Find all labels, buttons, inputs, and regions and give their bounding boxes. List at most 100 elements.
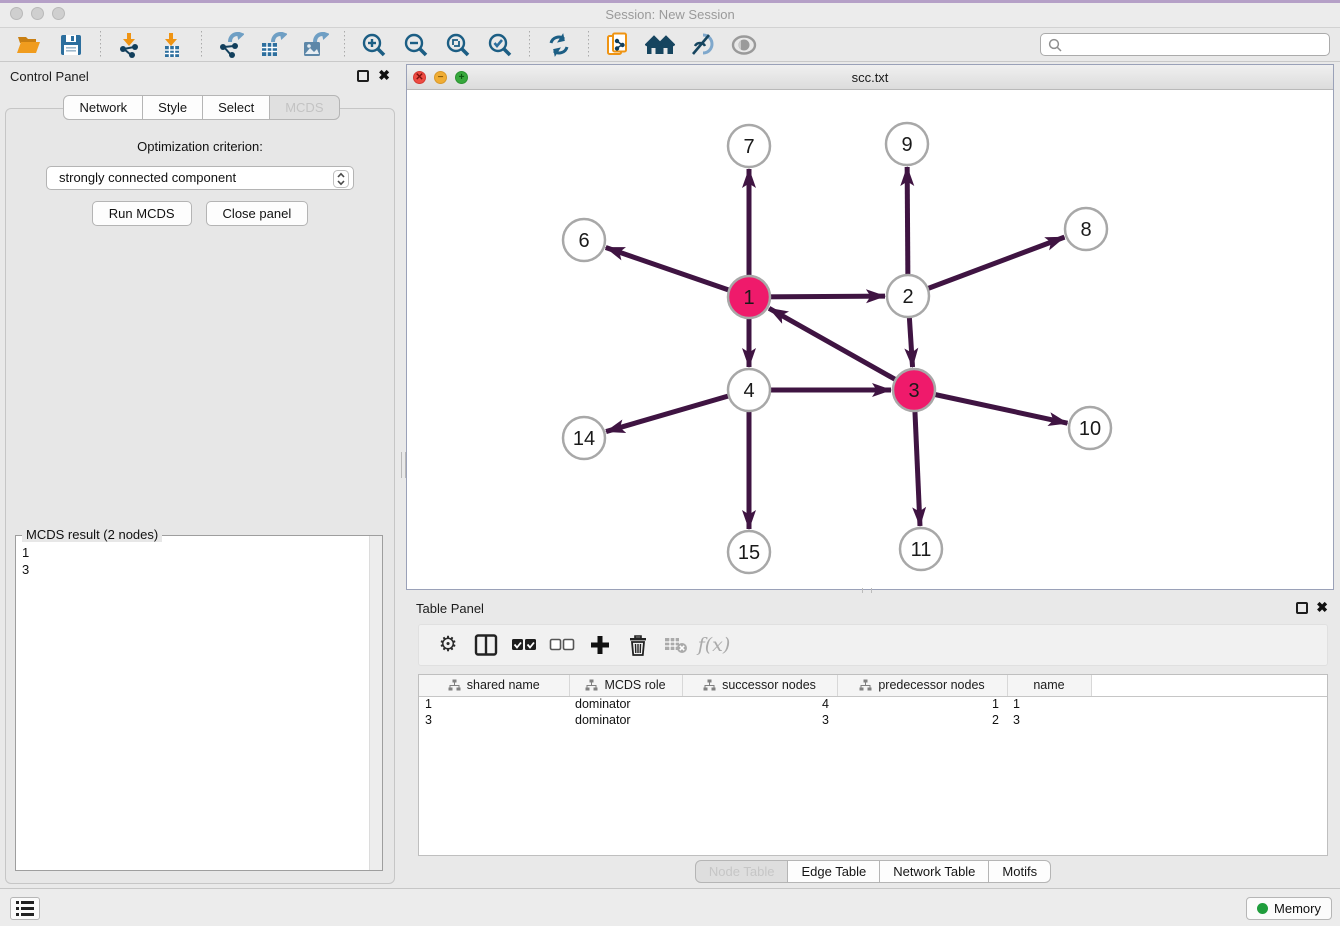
graph-node-1[interactable]: 1 <box>728 276 770 318</box>
tab-network-table[interactable]: Network Table <box>879 860 989 883</box>
graph-node-9[interactable]: 9 <box>886 123 928 165</box>
criterion-dropdown[interactable]: strongly connected component <box>46 166 354 190</box>
hide-graphics-eye-icon[interactable] <box>729 31 759 59</box>
graph-node-4[interactable]: 4 <box>728 369 770 411</box>
graph-node-11[interactable]: 11 <box>900 528 942 570</box>
open-file-icon[interactable] <box>14 31 44 59</box>
table-settings-gear-icon[interactable]: ⚙ <box>433 630 463 660</box>
table-panel-header: Table Panel ✖ <box>406 594 1340 622</box>
col-filler <box>1091 675 1327 696</box>
zoom-in-icon[interactable] <box>359 31 389 59</box>
table-cell[interactable]: 1 <box>419 696 569 712</box>
graph-edge-2-8[interactable] <box>908 237 1064 296</box>
task-history-button[interactable] <box>10 897 40 920</box>
svg-text:14: 14 <box>573 428 595 450</box>
main-toolbar <box>0 28 1340 62</box>
select-all-icon[interactable] <box>509 630 539 660</box>
col-mcds-role[interactable]: MCDS role <box>569 675 682 696</box>
show-networks-icon[interactable] <box>645 31 675 59</box>
table-cell[interactable]: 1 <box>1007 696 1091 712</box>
col-shared-name[interactable]: shared name <box>419 675 569 696</box>
table-panel-tabs: Node Table Edge Table Network Table Moti… <box>406 860 1340 883</box>
horizontal-splitter-handle[interactable] <box>862 588 872 593</box>
tab-network[interactable]: Network <box>63 95 143 120</box>
graph-node-14[interactable]: 14 <box>563 417 605 459</box>
col-name[interactable]: name <box>1007 675 1091 696</box>
table-cell[interactable]: 2 <box>837 712 1007 728</box>
graph-node-15[interactable]: 15 <box>728 531 770 573</box>
table-cell[interactable]: 3 <box>682 712 837 728</box>
delete-column-trash-icon[interactable] <box>623 630 653 660</box>
close-panel-button[interactable]: Close panel <box>206 201 309 226</box>
import-network-icon[interactable] <box>115 31 145 59</box>
graph-edge-1-6[interactable] <box>606 248 749 297</box>
svg-text:7: 7 <box>743 136 754 158</box>
search-input[interactable] <box>1067 36 1329 54</box>
svg-text:11: 11 <box>911 539 932 561</box>
list-icon <box>15 900 35 917</box>
graph-edge-4-14[interactable] <box>606 390 749 432</box>
show-columns-icon[interactable] <box>471 630 501 660</box>
save-session-icon[interactable] <box>56 31 86 59</box>
col-predecessor-nodes[interactable]: predecessor nodes <box>837 675 1007 696</box>
column-type-icon <box>859 679 872 691</box>
export-network-icon[interactable] <box>216 31 246 59</box>
table-cell[interactable]: dominator <box>569 712 682 728</box>
graph-node-7[interactable]: 7 <box>728 125 770 167</box>
vizmapper-icon[interactable] <box>687 31 717 59</box>
svg-text:2: 2 <box>902 286 913 308</box>
result-scrollbar[interactable] <box>369 536 382 870</box>
table-cell[interactable]: 1 <box>837 696 1007 712</box>
table-close-icon[interactable]: ✖ <box>1316 600 1328 614</box>
zoom-out-icon[interactable] <box>401 31 431 59</box>
delete-table-icon[interactable] <box>661 630 691 660</box>
create-column-plus-icon[interactable] <box>585 630 615 660</box>
graph-node-6[interactable]: 6 <box>563 219 605 261</box>
table-cell[interactable]: 3 <box>419 712 569 728</box>
table-header-row[interactable]: shared name MCDS role successor nodes pr… <box>419 675 1327 696</box>
run-mcds-button[interactable]: Run MCDS <box>92 201 192 226</box>
export-table-icon[interactable] <box>258 31 288 59</box>
table-float-icon[interactable] <box>1296 602 1308 614</box>
table-cell[interactable] <box>1091 712 1327 728</box>
zoom-selected-icon[interactable] <box>485 31 515 59</box>
table-cell[interactable]: dominator <box>569 696 682 712</box>
tab-motifs[interactable]: Motifs <box>988 860 1051 883</box>
network-window-title: scc.txt <box>407 70 1333 85</box>
table-cell[interactable] <box>1091 696 1327 712</box>
export-image-icon[interactable] <box>300 31 330 59</box>
node-table[interactable]: shared name MCDS role successor nodes pr… <box>418 674 1328 856</box>
tab-edge-table[interactable]: Edge Table <box>787 860 880 883</box>
deselect-all-icon[interactable] <box>547 630 577 660</box>
table-cell[interactable]: 3 <box>1007 712 1091 728</box>
table-row[interactable]: 1dominator411 <box>419 696 1327 712</box>
tab-select[interactable]: Select <box>202 95 270 120</box>
network-from-file-icon[interactable] <box>603 31 633 59</box>
network-canvas[interactable]: 7 9 6 8 1 2 4 3 14 10 15 11 <box>407 90 1333 589</box>
svg-text:8: 8 <box>1080 219 1091 241</box>
graph-node-8[interactable]: 8 <box>1065 208 1107 250</box>
table-row[interactable]: 3dominator323 <box>419 712 1327 728</box>
graph-edge-3-1[interactable] <box>769 308 914 390</box>
svg-text:10: 10 <box>1079 418 1101 440</box>
float-panel-icon[interactable] <box>357 70 369 82</box>
mcds-result-box: MCDS result (2 nodes) 1 3 <box>15 535 383 871</box>
graph-node-3[interactable]: 3 <box>893 369 935 411</box>
network-window-titlebar[interactable]: ✕ − + scc.txt <box>407 65 1333 90</box>
optimization-criterion-label: Optimization criterion: <box>6 139 394 154</box>
col-successor-nodes[interactable]: successor nodes <box>682 675 837 696</box>
memory-status-icon <box>1257 903 1268 914</box>
search-field[interactable] <box>1040 33 1330 56</box>
import-table-icon[interactable] <box>157 31 187 59</box>
close-panel-icon[interactable]: ✖ <box>378 68 390 82</box>
tab-node-table[interactable]: Node Table <box>695 860 789 883</box>
tab-style[interactable]: Style <box>142 95 203 120</box>
refresh-icon[interactable] <box>544 31 574 59</box>
tab-mcds[interactable]: MCDS <box>269 95 339 120</box>
graph-edge-3-10[interactable] <box>914 390 1068 423</box>
graph-node-10[interactable]: 10 <box>1069 407 1111 449</box>
table-cell[interactable]: 4 <box>682 696 837 712</box>
memory-button[interactable]: Memory <box>1246 897 1332 920</box>
graph-node-2[interactable]: 2 <box>887 275 929 317</box>
zoom-fit-icon[interactable] <box>443 31 473 59</box>
